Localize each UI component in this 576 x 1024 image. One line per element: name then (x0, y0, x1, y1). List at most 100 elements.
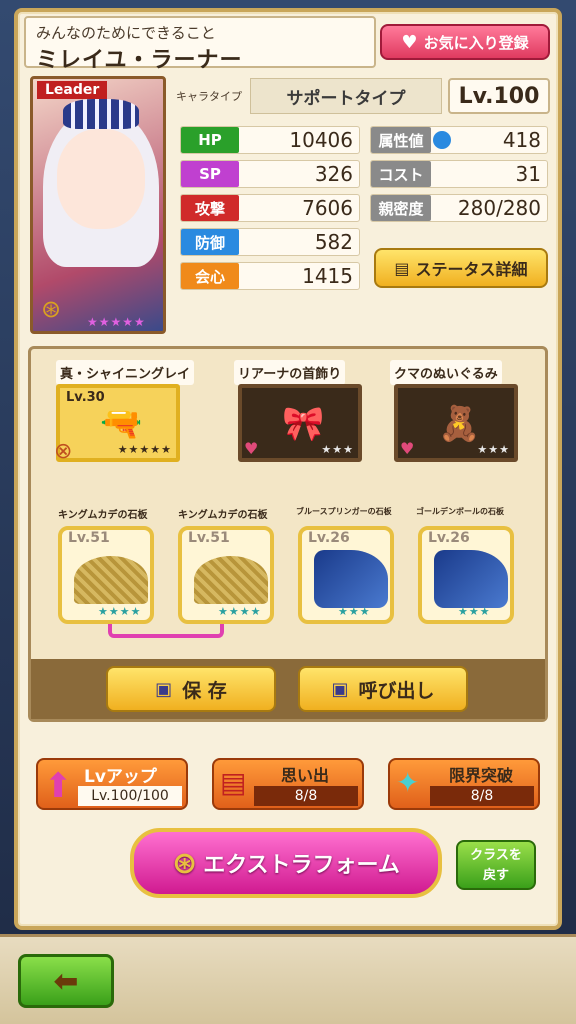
limit-break-button[interactable]: ✦ 限界突破 8/8 (388, 758, 540, 810)
stat-label: 攻撃 (181, 195, 239, 221)
stat-value: 1415 (302, 264, 353, 288)
stat-label: コスト (371, 161, 431, 187)
stat-attack: 攻撃 7606 (180, 194, 360, 222)
equipment-name: リアーナの首飾り (234, 360, 346, 385)
class-back-button[interactable]: クラスを 戻す (456, 840, 536, 890)
stat-critical: 会心 1415 (180, 262, 360, 290)
heart-icon: ♥ (401, 31, 418, 53)
chara-type-label: キャラタイプ (176, 90, 242, 103)
extra-form-label: エクストラフォーム (203, 853, 400, 878)
list-icon: ▤ (394, 258, 410, 278)
blue-stone-icon (314, 550, 388, 608)
stat-label: 親密度 (371, 195, 431, 221)
gun-icon: 🔫 (100, 404, 143, 444)
rarity-stars: ★★★★★ (87, 315, 146, 329)
stone-level: Lv.51 (188, 530, 230, 546)
blue-stone-icon (434, 550, 508, 608)
character-name: ミレイユ・ラーナー (36, 48, 243, 73)
stone-slot[interactable]: Lv.51 ★★★★ (178, 526, 274, 624)
equipment-level: Lv.30 (66, 390, 105, 405)
stone-stars: ★★★★ (218, 605, 262, 618)
stat-attribute: 属性値 418 (370, 126, 548, 154)
water-drop-icon (433, 131, 451, 149)
gold-fan-stone-icon (194, 556, 268, 604)
stone-name: キングムカデの石板 (178, 510, 268, 521)
stat-value: 10406 (289, 128, 353, 152)
back-button[interactable]: ⬅ (18, 954, 114, 1008)
stat-label: 会心 (181, 263, 239, 289)
status-detail-button[interactable]: ▤ ステータス詳細 (374, 248, 548, 288)
stone-stars: ★★★★ (98, 605, 142, 618)
save-label: 保 存 (182, 679, 227, 702)
stat-sp: SP 326 (180, 160, 360, 188)
stat-value: 7606 (302, 196, 353, 220)
stat-value: 582 (314, 230, 353, 254)
save-button[interactable]: ▣ 保 存 (106, 666, 276, 712)
stat-value: 31 (515, 162, 541, 186)
stone-name: キングムカデの石板 (58, 510, 148, 521)
extra-form-emblem-icon: ⊛ (172, 845, 198, 881)
stat-defense: 防御 582 (180, 228, 360, 256)
stone-stars: ★★★ (338, 605, 371, 618)
stone-name: ゴールデンボールの石板 (416, 507, 504, 516)
stone-level: Lv.26 (428, 530, 470, 546)
stone-slot[interactable]: Lv.26 ★★★ (298, 526, 394, 624)
stat-label: 属性値 (371, 127, 431, 153)
limit-break-label: 限界突破 (448, 766, 513, 785)
chara-type-value: サポートタイプ (250, 78, 442, 114)
memory-button[interactable]: ▤ 思い出 8/8 (212, 758, 364, 810)
level-up-button[interactable]: ⬆ Lvアップ Lv.100/100 (36, 758, 188, 810)
stone-level: Lv.26 (308, 530, 350, 546)
teddy-bear-icon: 🧸 (438, 404, 481, 444)
leader-tag: Leader (37, 81, 108, 99)
call-button[interactable]: ▣ 呼び出し (298, 666, 468, 712)
class-back-label-1: クラスを (470, 848, 522, 863)
memory-label: 思い出 (280, 766, 329, 785)
equipment-stars: ★★★ (321, 443, 354, 456)
level-up-value: Lv.100/100 (78, 786, 182, 806)
status-detail-label: ステータス詳細 (415, 260, 528, 279)
bow-class-icon: ⊗ (54, 439, 73, 464)
character-level: Lv.100 (448, 78, 550, 114)
stone-slot[interactable]: Lv.26 ★★★ (418, 526, 514, 624)
up-arrow-icon: ⬆ (44, 766, 73, 806)
hair-bow (63, 99, 139, 129)
stat-label: 防御 (181, 229, 239, 255)
save-chest-icon: ▣ (155, 678, 173, 700)
level-up-label: Lvアップ (84, 767, 157, 787)
stat-affinity: 親密度 280/280 (370, 194, 548, 222)
extra-form-button[interactable]: ⊛ エクストラフォーム (130, 828, 442, 898)
equipment-name: 真・シャイニングレイ (56, 360, 195, 385)
character-portrait[interactable]: Leader ⊛ ★★★★★ (30, 76, 166, 334)
title-box: みんなのためにできること ミレイユ・ラーナー (24, 16, 376, 73)
star-icon: ✦ (396, 766, 420, 799)
equipment-stars: ★★★ (477, 443, 510, 456)
stat-hp: HP 10406 (180, 126, 360, 154)
gold-fan-stone-icon (74, 556, 148, 604)
stat-value: 326 (314, 162, 353, 186)
portrait-face (57, 129, 145, 229)
back-arrow-icon: ⬅ (53, 963, 79, 999)
equipment-stars: ★★★★★ (117, 443, 172, 456)
stat-label: SP (181, 161, 239, 187)
limit-break-value: 8/8 (430, 786, 534, 806)
favorite-label: お気に入り登録 (423, 33, 529, 52)
favorite-button[interactable]: ♥ お気に入り登録 (380, 24, 550, 60)
stone-level: Lv.51 (68, 530, 110, 546)
character-subtitle: みんなのためにできること (36, 24, 216, 42)
ribbon-necklace-icon: 🎀 (282, 404, 325, 444)
stat-label: HP (181, 127, 239, 153)
equipment-slot-item[interactable]: 🧸 ♥ ★★★ (394, 384, 518, 462)
stat-value: 418 (502, 128, 541, 152)
load-chest-icon: ▣ (331, 678, 349, 700)
stone-slot[interactable]: Lv.51 ★★★★ (58, 526, 154, 624)
memory-value: 8/8 (254, 786, 358, 806)
equipment-name: クマのぬいぐるみ (390, 360, 502, 385)
equipment-slot-accessory[interactable]: 🎀 ♥ ★★★ (238, 384, 362, 462)
call-label: 呼び出し (358, 679, 435, 702)
stone-name: ブルースプリンガーの石板 (296, 507, 392, 516)
heart-icon: ♥ (400, 439, 415, 458)
equipment-slot-weapon[interactable]: Lv.30 🔫 ⊗ ★★★★★ (54, 384, 180, 464)
stone-link-indicator (108, 624, 224, 638)
memory-card-icon: ▤ (220, 766, 247, 799)
